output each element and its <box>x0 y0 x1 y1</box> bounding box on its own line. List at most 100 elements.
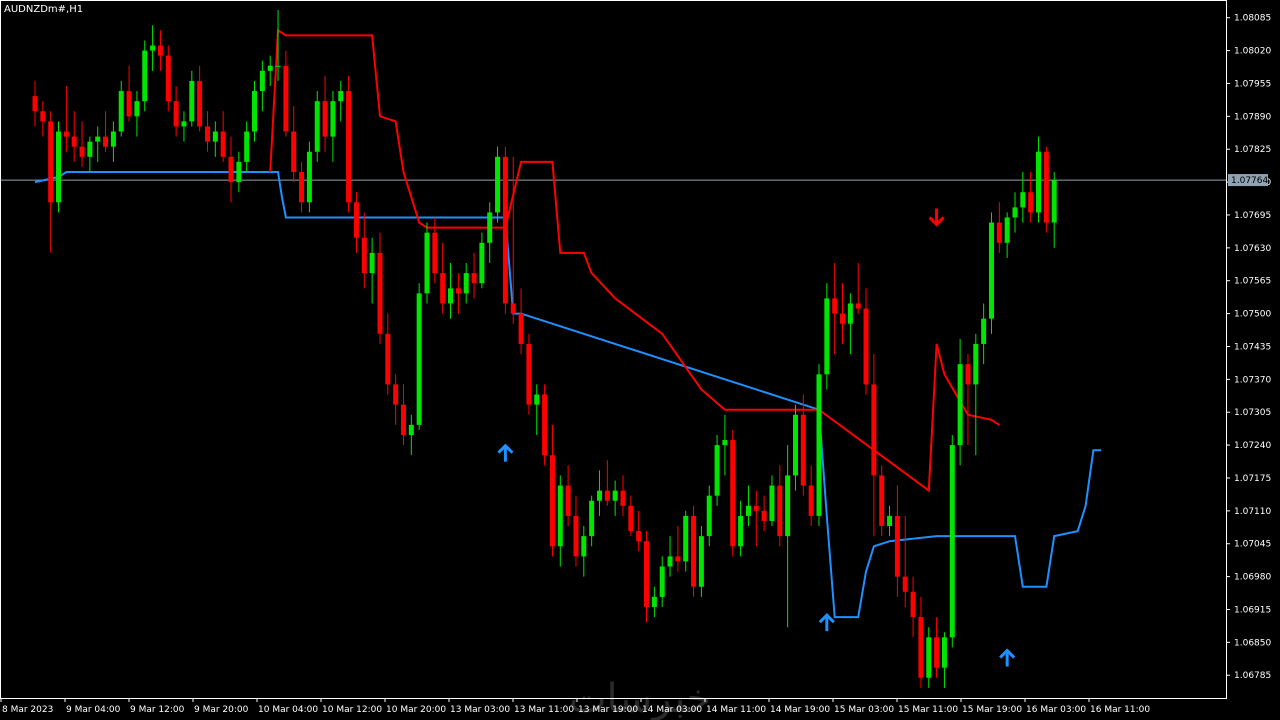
candle[interactable] <box>887 505 893 537</box>
candle[interactable] <box>236 151 242 193</box>
candle[interactable] <box>589 495 595 547</box>
candle[interactable] <box>816 364 822 527</box>
candle[interactable] <box>722 414 728 476</box>
candle[interactable] <box>283 50 289 137</box>
candle[interactable] <box>220 111 226 162</box>
candle[interactable] <box>1051 171 1057 248</box>
candle[interactable] <box>197 65 203 132</box>
candle[interactable] <box>455 273 461 314</box>
candle[interactable] <box>855 263 861 314</box>
candle[interactable] <box>840 283 846 344</box>
candle[interactable] <box>71 111 77 162</box>
candle[interactable] <box>628 495 634 537</box>
candle[interactable] <box>651 586 657 618</box>
candle[interactable] <box>416 283 422 430</box>
candle[interactable] <box>110 121 116 162</box>
candle[interactable] <box>369 237 375 304</box>
candle[interactable] <box>902 515 908 607</box>
candle[interactable] <box>1036 136 1042 223</box>
candle[interactable] <box>1028 171 1034 223</box>
candle[interactable] <box>377 232 383 344</box>
candle[interactable] <box>32 80 38 127</box>
candle[interactable] <box>495 146 501 223</box>
candle[interactable] <box>63 85 69 152</box>
candle[interactable] <box>487 202 493 264</box>
candle[interactable] <box>596 470 602 516</box>
candle[interactable] <box>542 384 548 466</box>
candle[interactable] <box>557 475 563 567</box>
candle[interactable] <box>440 242 446 314</box>
candle[interactable] <box>871 354 877 537</box>
candle[interactable] <box>777 465 783 547</box>
candle[interactable] <box>181 111 187 142</box>
candle[interactable] <box>1004 212 1010 258</box>
candle[interactable] <box>393 374 399 425</box>
candle[interactable] <box>204 111 210 152</box>
candle[interactable] <box>479 232 485 289</box>
candle[interactable] <box>824 283 830 390</box>
candle[interactable] <box>306 141 312 213</box>
candle[interactable] <box>400 384 406 446</box>
candle[interactable] <box>361 212 367 289</box>
candle[interactable] <box>644 531 650 623</box>
candle[interactable] <box>95 126 101 162</box>
candle[interactable] <box>706 485 712 547</box>
candle[interactable] <box>965 354 971 446</box>
candle[interactable] <box>761 495 767 532</box>
candle[interactable] <box>934 617 940 678</box>
candle[interactable] <box>173 85 179 137</box>
candle[interactable] <box>675 526 681 572</box>
candle[interactable] <box>353 192 359 253</box>
price-chart[interactable]: خبرسات 1.080851.080201.079551.078901.078… <box>0 0 1280 720</box>
candle[interactable] <box>534 384 540 435</box>
candle[interactable] <box>87 136 93 172</box>
candle[interactable] <box>346 75 352 213</box>
candle[interactable] <box>691 505 697 597</box>
candle[interactable] <box>424 222 430 304</box>
candle[interactable] <box>832 263 838 355</box>
candle[interactable] <box>879 465 885 537</box>
candle[interactable] <box>134 91 140 137</box>
candle[interactable] <box>330 91 336 162</box>
candle[interactable] <box>48 111 54 253</box>
candle[interactable] <box>448 263 454 319</box>
candle[interactable] <box>322 75 328 152</box>
candle[interactable] <box>714 434 720 506</box>
candle[interactable] <box>996 202 1002 253</box>
candle[interactable] <box>518 288 524 355</box>
candle[interactable] <box>981 303 987 365</box>
candle[interactable] <box>745 485 751 527</box>
candle[interactable] <box>620 475 626 516</box>
candle[interactable] <box>949 434 955 648</box>
candle[interactable] <box>526 333 532 415</box>
candle[interactable] <box>1020 171 1026 223</box>
candle[interactable] <box>228 136 234 203</box>
candle[interactable] <box>863 288 869 395</box>
candle[interactable] <box>291 106 297 183</box>
candle[interactable] <box>212 121 218 157</box>
candle[interactable] <box>636 510 642 552</box>
candle[interactable] <box>56 121 62 213</box>
candle[interactable] <box>189 70 195 127</box>
candle[interactable] <box>385 313 391 395</box>
candle[interactable] <box>565 465 571 527</box>
candle[interactable] <box>408 414 414 456</box>
candle[interactable] <box>259 60 265 112</box>
candle[interactable] <box>581 526 587 577</box>
candle[interactable] <box>142 40 148 112</box>
candle[interactable] <box>769 475 775 527</box>
candle[interactable] <box>941 632 947 688</box>
candle[interactable] <box>792 404 798 491</box>
candle[interactable] <box>730 429 736 557</box>
candle[interactable] <box>659 556 665 607</box>
candle[interactable] <box>698 526 704 597</box>
candle[interactable] <box>973 333 979 456</box>
candle[interactable] <box>165 45 171 112</box>
candle[interactable] <box>549 424 555 557</box>
candle[interactable] <box>573 495 579 567</box>
candle[interactable] <box>847 293 853 355</box>
candle[interactable] <box>785 445 791 628</box>
candle[interactable] <box>753 490 759 547</box>
candle[interactable] <box>1043 146 1049 233</box>
candle[interactable] <box>808 465 814 527</box>
